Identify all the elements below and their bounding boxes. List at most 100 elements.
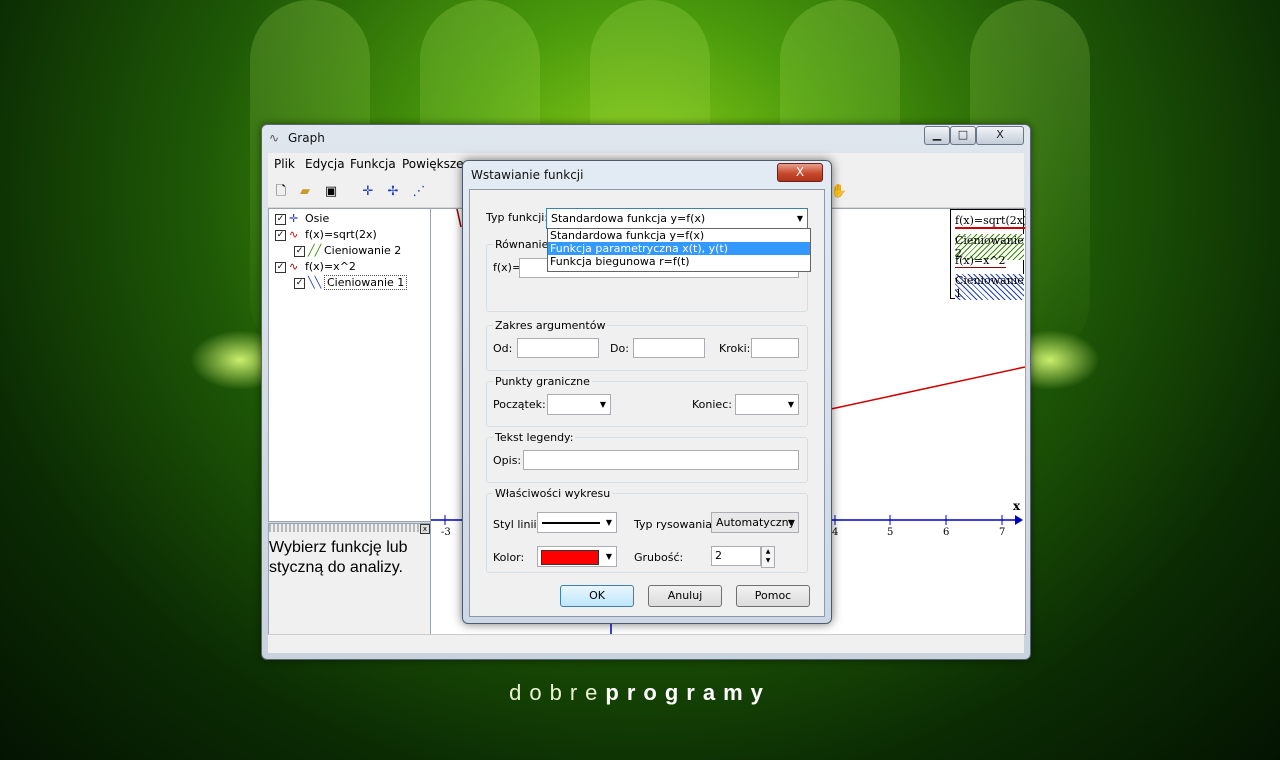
dialog-close-button[interactable]: X (777, 163, 823, 182)
cancel-button[interactable]: Anuluj (648, 585, 722, 607)
steps-label: Kroki: (719, 342, 751, 355)
from-label: Od: (493, 342, 513, 355)
range-group: Zakres argumentów Od: Do: Kroki: (486, 319, 808, 371)
checkbox[interactable]: ✓ (275, 261, 286, 273)
description-label: Opis: (493, 454, 522, 467)
tree-item-axes[interactable]: ✓ ✛ Osie (275, 211, 329, 227)
close-panel-icon[interactable]: x (420, 524, 430, 534)
chevron-down-icon: ▼ (796, 214, 803, 223)
color-swatch (541, 550, 599, 565)
analysis-panel: x Wybierz funkcję lub styczną do analizy… (268, 523, 432, 635)
save-icon[interactable]: ▣ (322, 183, 340, 201)
ok-button[interactable]: OK (560, 585, 634, 607)
axes-icon[interactable]: ✛ (359, 183, 377, 201)
description-input[interactable] (523, 450, 799, 470)
start-select[interactable]: ▼ (547, 394, 611, 415)
checkbox[interactable]: ✓ (294, 277, 305, 289)
endpoints-group: Punkty graniczne Początek: ▼ Koniec: ▼ (486, 375, 808, 427)
dialog-title: Wstawianie funkcji (471, 168, 584, 182)
from-input[interactable] (517, 338, 599, 358)
menu-powiekszenie[interactable]: Powiększen (402, 157, 471, 171)
dropdown-option[interactable]: Funkcja biegunowa r=f(t) (548, 255, 810, 268)
color-label: Kolor: (493, 551, 525, 564)
panel-grip[interactable] (269, 524, 431, 532)
tick-label: -3 (441, 527, 451, 538)
legend-entry: Cieniowanie 1 (955, 274, 1024, 300)
thickness-spinner[interactable]: ▲ ▼ (761, 546, 775, 568)
chevron-down-icon: ▼ (605, 552, 612, 561)
minimize-button[interactable]: ▁ (924, 126, 950, 145)
tick-label: 4 (832, 527, 839, 538)
dropdown-option[interactable]: Standardowa funkcja y=f(x) (548, 229, 810, 242)
watermark: dobreprogramy (509, 680, 771, 705)
checkbox[interactable]: ✓ (294, 245, 305, 257)
hand-icon[interactable]: ✋ (830, 183, 848, 201)
legend-entry: f(x)=x^2 (955, 254, 1006, 268)
tree-item-shading[interactable]: ✓ ╲╲ Cieniowanie 1 (294, 275, 408, 291)
menu-edycja[interactable]: Edycja (305, 157, 345, 171)
shading-icon: ╱╱ (308, 244, 322, 257)
function-type-select[interactable]: Standardowa funkcja y=f(x) ▼ (546, 208, 808, 229)
end-select[interactable]: ▼ (735, 394, 799, 415)
tick-label: 6 (943, 527, 950, 538)
curve-sqrt (830, 366, 1025, 410)
help-button[interactable]: Pomoc (736, 585, 810, 607)
insert-function-icon[interactable]: ✢ (384, 183, 402, 201)
analysis-hint: Wybierz funkcję lub styczną do analizy. (269, 539, 408, 576)
group-title: Zakres argumentów (493, 319, 608, 332)
window-title: Graph (288, 131, 325, 145)
group-title: Punkty graniczne (493, 375, 592, 388)
shading-icon: ╲╲ (308, 276, 322, 289)
to-label: Do: (610, 342, 629, 355)
function-curve-icon: ∿ (289, 260, 299, 273)
checkbox[interactable]: ✓ (275, 213, 286, 225)
axes-icon: ✛ (289, 212, 299, 225)
thickness-label: Grubość: (634, 551, 684, 564)
draw-type-label: Typ rysowania: (634, 518, 716, 531)
close-button[interactable]: X (976, 126, 1024, 145)
line-style-label: Styl linii: (493, 518, 541, 531)
graph-app-icon: ∿ (269, 131, 280, 145)
chevron-down-icon: ▼ (787, 400, 794, 409)
tick-label: 5 (887, 527, 894, 538)
chevron-down-icon: ▼ (787, 518, 794, 527)
x-axis-label: x (1013, 499, 1021, 513)
legend-text-group: Tekst legendy: Opis: (486, 431, 808, 483)
tree-item-function[interactable]: ✓ ∿ f(x)=x^2 (275, 259, 356, 275)
chevron-down-icon: ▼ (599, 400, 606, 409)
steps-input[interactable] (751, 338, 799, 358)
function-tree: ✓ ✛ Osie ✓ ∿ f(x)=sqrt(2x) ✓ ╱╱ Cieniowanie 2 … (268, 208, 432, 522)
checkbox[interactable]: ✓ (275, 229, 286, 241)
to-input[interactable] (633, 338, 705, 358)
tick-label: 7 (999, 527, 1006, 538)
insert-points-icon[interactable]: ⋰ (410, 183, 428, 201)
x-axis-arrow (1015, 515, 1023, 525)
color-select[interactable]: ▼ (537, 546, 617, 567)
menu-funkcja[interactable]: Funkcja (350, 157, 396, 171)
open-folder-icon[interactable]: ▰ (296, 183, 314, 201)
end-label: Koniec: (692, 398, 732, 411)
start-label: Początek: (493, 398, 546, 411)
dropdown-option[interactable]: Funkcja parametryczna x(t), y(t) (548, 242, 810, 255)
function-curve-icon: ∿ (289, 228, 299, 241)
chevron-down-icon: ▼ (605, 518, 612, 527)
plot-properties-group: Właściwości wykresu Styl linii: ▼ Typ ry… (486, 487, 808, 573)
line-style-select[interactable]: ▼ (537, 512, 617, 533)
insert-function-dialog: Wstawianie funkcji X Typ funkcji: Standa… (462, 160, 832, 624)
status-bar (268, 634, 1024, 653)
tree-item-shading[interactable]: ✓ ╱╱ Cieniowanie 2 (294, 243, 401, 259)
group-title: Właściwości wykresu (493, 487, 613, 500)
function-type-label: Typ funkcji: (486, 211, 549, 224)
maximize-button[interactable]: □ (950, 126, 976, 145)
group-title: Tekst legendy: (493, 431, 576, 444)
line-style-sample (542, 522, 600, 524)
curve-fragment (456, 209, 462, 228)
plot-legend[interactable]: f(x)=sqrt(2x) Cieniowanie 2 f(x)=x^2 Cie… (950, 209, 1025, 300)
function-type-dropdown: Standardowa funkcja y=f(x) Funkcja param… (547, 228, 811, 272)
menu-plik[interactable]: Plik (274, 157, 295, 171)
tree-item-function[interactable]: ✓ ∿ f(x)=sqrt(2x) (275, 227, 377, 243)
draw-type-select[interactable]: Automatyczny ▼ (711, 512, 799, 533)
fx-label: f(x)= (493, 261, 522, 274)
thickness-input[interactable]: 2 (711, 546, 761, 566)
new-file-icon[interactable]: 🗋 (272, 183, 290, 201)
